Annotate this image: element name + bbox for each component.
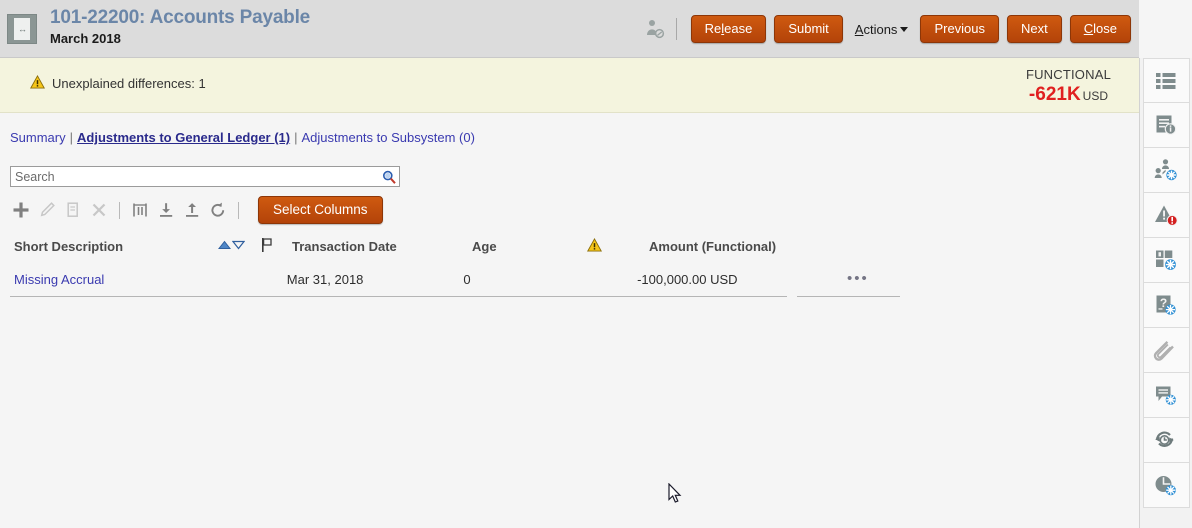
warning-band: Unexplained differences: 1 FUNCTIONAL -6… <box>0 58 1139 113</box>
table-row[interactable]: Missing Accrual Mar 31, 2018 0 -100,000.… <box>0 261 902 297</box>
delete-x-icon[interactable] <box>86 197 112 223</box>
warning-message-group: Unexplained differences: 1 <box>30 75 206 92</box>
functional-total: FUNCTIONAL -621KUSD <box>1026 66 1111 107</box>
person-blocked-icon[interactable] <box>644 18 666 40</box>
row-divider-left <box>10 296 787 297</box>
adjustments-table: Short Description Transaction Date Age <box>0 231 902 297</box>
column-sort-controls <box>218 239 260 254</box>
page-subtitle: March 2018 <box>50 30 310 47</box>
warning-triangle-icon <box>30 75 45 92</box>
functional-amount: -621K <box>1029 84 1081 105</box>
page-title-block: 101-22200: Accounts Payable March 2018 <box>50 6 310 47</box>
app-header: ↔ 101-22200: Accounts Payable March 2018… <box>0 0 1139 58</box>
functional-currency: USD <box>1083 89 1108 103</box>
upload-icon[interactable] <box>179 197 205 223</box>
mouse-pointer <box>668 483 684 505</box>
copy-icon[interactable] <box>60 197 86 223</box>
rail-assignees-icon[interactable] <box>1143 148 1190 193</box>
rail-alerts-icon[interactable] <box>1143 193 1190 238</box>
toolbar-divider-1 <box>119 202 120 219</box>
submit-button[interactable]: Submit <box>774 15 842 43</box>
add-icon[interactable] <box>8 197 34 223</box>
chevron-down-icon <box>900 27 908 32</box>
rail-document-info-icon[interactable] <box>1143 103 1190 148</box>
rail-comments-icon[interactable] <box>1143 373 1190 418</box>
actions-menu-button[interactable]: Actions <box>851 22 913 37</box>
tab-adjustments-subsystem[interactable]: Adjustments to Subsystem (0) <box>302 130 475 145</box>
row-menu-button[interactable]: ••• <box>814 274 902 284</box>
collapse-panel-glyph: ↔ <box>14 18 30 40</box>
column-amount-functional[interactable]: Amount (Functional) <box>649 239 829 254</box>
functional-amount-group: -621KUSD <box>1026 84 1111 107</box>
close-button[interactable]: Close <box>1070 15 1131 43</box>
tab-summary[interactable]: Summary <box>10 130 66 145</box>
column-short-description[interactable]: Short Description <box>0 239 218 254</box>
tab-links: Summary | Adjustments to General Ledger (1… <box>10 130 475 145</box>
row-divider-right <box>797 296 900 297</box>
right-rail: ? <box>1139 58 1192 528</box>
column-age[interactable]: Age <box>472 239 587 254</box>
cell-amount-functional: -100,000.00 USD <box>637 272 814 287</box>
rail-help-icon[interactable]: ? <box>1143 283 1190 328</box>
release-button[interactable]: Release <box>691 15 767 43</box>
rail-attachments-icon[interactable] <box>1143 328 1190 373</box>
toolbar-divider-2 <box>238 202 239 219</box>
rail-list-icon[interactable] <box>1143 58 1190 103</box>
search-input[interactable] <box>11 167 379 186</box>
previous-button[interactable]: Previous <box>920 15 999 43</box>
rail-schedule-icon[interactable] <box>1143 463 1190 508</box>
search-box[interactable] <box>10 166 400 187</box>
column-warning[interactable] <box>587 238 649 255</box>
rail-history-icon[interactable] <box>1143 418 1190 463</box>
functional-label: FUNCTIONAL <box>1026 66 1111 84</box>
sort-ascending-icon[interactable] <box>218 239 231 254</box>
header-action-bar: Release Submit Actions Previous Next Clo… <box>644 0 1131 58</box>
cell-transaction-date: Mar 31, 2018 <box>287 272 464 287</box>
edit-pencil-icon[interactable] <box>34 197 60 223</box>
collapse-panel-icon[interactable]: ↔ <box>7 14 37 44</box>
tab-adjustments-general-ledger[interactable]: Adjustments to General Ledger (1) <box>77 130 290 145</box>
next-button[interactable]: Next <box>1007 15 1062 43</box>
tab-separator-2: | <box>294 130 297 145</box>
sort-descending-icon[interactable] <box>232 239 245 254</box>
grid-toolbar: Select Columns <box>8 197 383 223</box>
select-columns-button[interactable]: Select Columns <box>258 196 383 224</box>
cell-age: 0 <box>463 272 576 287</box>
page-title: 101-22200: Accounts Payable <box>50 6 310 30</box>
download-icon[interactable] <box>153 197 179 223</box>
rail-related-items-icon[interactable] <box>1143 238 1190 283</box>
tab-separator-1: | <box>70 130 73 145</box>
column-flag[interactable] <box>260 237 292 256</box>
split-columns-icon[interactable] <box>127 197 153 223</box>
warning-message: Unexplained differences: 1 <box>52 76 206 91</box>
row-menu-ellipsis-icon: ••• <box>847 274 869 284</box>
refresh-undo-icon[interactable] <box>205 197 231 223</box>
flag-icon <box>260 237 274 256</box>
header-divider <box>676 18 677 40</box>
search-magnifier-icon[interactable] <box>379 167 399 186</box>
warning-triangle-icon <box>587 238 602 255</box>
table-header-row: Short Description Transaction Date Age <box>0 231 902 261</box>
column-transaction-date[interactable]: Transaction Date <box>292 239 472 254</box>
cell-short-description[interactable]: Missing Accrual <box>0 272 214 287</box>
